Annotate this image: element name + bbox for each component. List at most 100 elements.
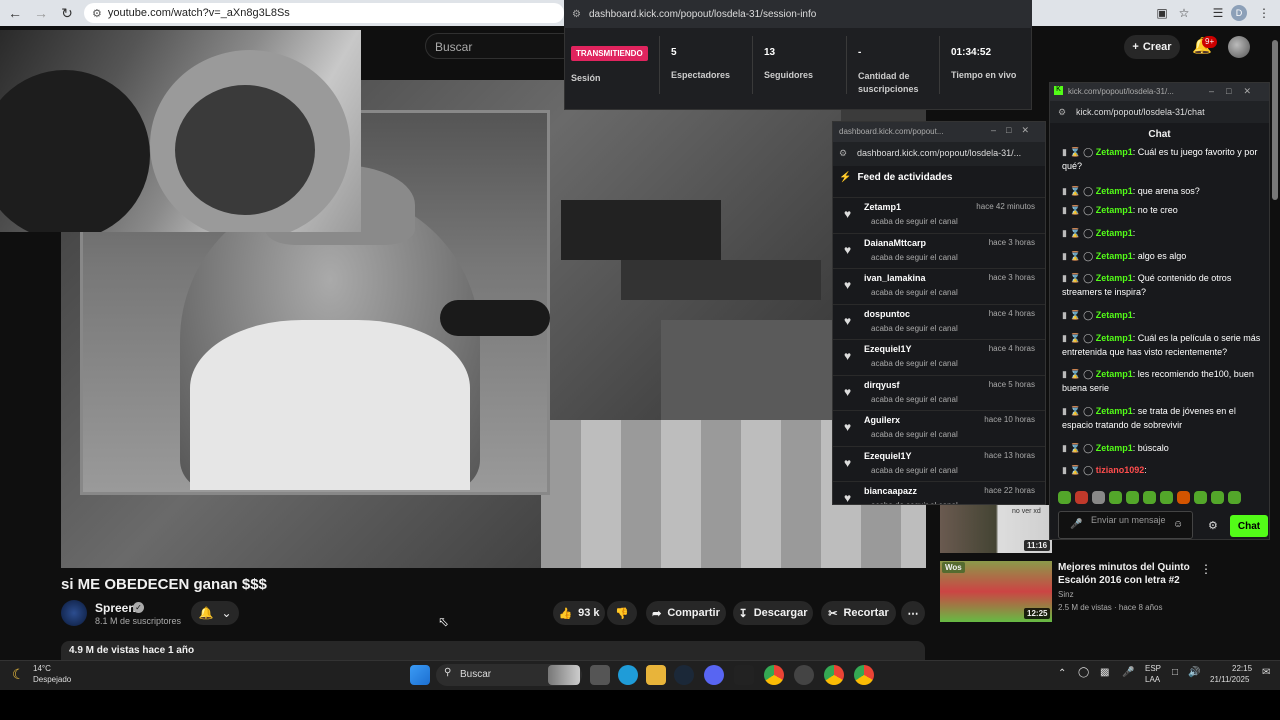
chat-message: ▮ ⌛ ◯ Zetamp1: [1062, 308, 1262, 322]
search-highlight-image[interactable] [548, 665, 580, 685]
account-avatar[interactable] [1228, 36, 1250, 58]
chat-window: kick.com/popout/losdela-31/... K –□✕ kic… [1049, 82, 1270, 540]
search-input[interactable]: Buscar [425, 33, 585, 59]
weather-desc[interactable]: Despejado [33, 675, 71, 684]
site-info-icon[interactable]: ⚙ [1058, 107, 1066, 118]
window-controls[interactable]: –□✕ [1209, 86, 1263, 97]
steam-icon[interactable] [674, 665, 694, 685]
windows-start-icon[interactable] [410, 665, 430, 685]
chat-username[interactable]: Zetamp1 [1096, 273, 1133, 283]
profile-avatar[interactable]: D [1231, 5, 1247, 21]
edge-icon[interactable] [618, 665, 638, 685]
site-info-icon[interactable]: ⚙ [839, 148, 847, 159]
clock-date[interactable]: 21/11/2025 [1210, 675, 1249, 684]
more-icon[interactable]: ⋮ [1200, 562, 1212, 576]
feed-username[interactable]: DaianaMttcarp [864, 238, 926, 248]
share-icon: ➦ [652, 607, 662, 620]
feed-username[interactable]: Zetamp1 [864, 202, 901, 212]
volume-icon[interactable]: 🔊 [1188, 667, 1200, 678]
weather-temp[interactable]: 14°C [33, 664, 51, 673]
chat-text: : algo es algo [1132, 251, 1187, 261]
lightning-icon: ⚡ [839, 172, 852, 183]
recommendation-title[interactable]: Mejores minutos del Quinto Escalón 2016 … [1058, 561, 1198, 587]
like-button[interactable]: 👍 93 k [553, 601, 605, 625]
task-view-icon[interactable] [590, 665, 610, 685]
address-bar-text: youtube.com/watch?v=_aXn8g3L8Ss [107, 7, 290, 19]
chat-username[interactable]: Zetamp1 [1096, 147, 1133, 157]
install-icon[interactable]: ▣ [1152, 3, 1172, 23]
language-top[interactable]: ESP [1145, 664, 1161, 673]
heart-icon: ♥ [844, 278, 852, 292]
page-scrollbar[interactable] [1272, 40, 1278, 200]
file-explorer-icon[interactable] [646, 665, 666, 685]
thumbs-down-icon: 👎 [615, 607, 629, 620]
download-button[interactable]: ↧ Descargar [733, 601, 813, 625]
create-button[interactable]: + Crear [1124, 35, 1180, 59]
more-actions-button[interactable]: ⋯ [901, 601, 925, 625]
chrome-icon[interactable] [764, 665, 784, 685]
live-time-value: 01:34:52 [951, 47, 992, 58]
chrome-active-icon[interactable] [854, 665, 874, 685]
tray-network-icon[interactable]: ▩ [1100, 667, 1109, 678]
extensions-icon[interactable]: ☰ [1208, 3, 1228, 23]
notification-center-icon[interactable]: ✉ [1262, 667, 1270, 678]
channel-avatar[interactable] [61, 600, 87, 626]
browser-menu-icon[interactable]: ⋮ [1254, 3, 1274, 23]
epic-games-icon[interactable] [734, 665, 754, 685]
chat-username[interactable]: Zetamp1 [1096, 186, 1133, 196]
chat-username[interactable]: Zetamp1 [1096, 443, 1133, 453]
live-time-label: Tiempo en vivo [951, 70, 1017, 80]
chat-username[interactable]: Zetamp1 [1096, 228, 1133, 238]
reload-icon[interactable]: ↻ [56, 2, 78, 24]
feed-username[interactable]: Aguilerx [864, 415, 900, 425]
share-button[interactable]: ➦ Compartir [646, 601, 726, 625]
site-info-icon[interactable]: ⚙ [92, 7, 102, 20]
chat-username[interactable]: Zetamp1 [1096, 369, 1133, 379]
discord-icon[interactable] [704, 665, 724, 685]
feed-username[interactable]: Ezequiel1Y [864, 344, 912, 354]
address-bar[interactable]: ⚙ youtube.com/watch?v=_aXn8g3L8Ss [84, 3, 564, 23]
feed-heading: ⚡ Feed de actividades [839, 172, 953, 183]
chat-message: ▮ ⌛ ◯ Zetamp1: [1062, 226, 1262, 240]
moon-weather-icon: ☾ [12, 666, 25, 682]
microphone-icon[interactable]: 🎤 [1122, 667, 1134, 678]
subscription-bell-button[interactable]: 🔔 ⌄ [191, 601, 239, 625]
video-description-views[interactable]: 4.9 M de vistas hace 1 año [61, 641, 925, 661]
dislike-button[interactable]: 👎 [607, 601, 637, 625]
emote-bar[interactable] [1058, 491, 1263, 505]
feed-username[interactable]: ivan_lamakina [864, 273, 926, 283]
feed-username[interactable]: Ezequiel1Y [864, 451, 912, 461]
back-icon[interactable]: ← [4, 2, 26, 24]
feed-username[interactable]: biancaapazz [864, 486, 917, 496]
chat-send-button[interactable]: Chat [1230, 515, 1268, 537]
forward-icon[interactable]: → [30, 2, 52, 24]
recommendation-channel[interactable]: Sinz [1058, 590, 1074, 599]
site-info-icon[interactable]: ⚙ [572, 9, 581, 20]
chat-username[interactable]: Zetamp1 [1096, 406, 1133, 416]
gear-icon[interactable]: ⚙ [1208, 519, 1218, 532]
chat-username[interactable]: Zetamp1 [1096, 251, 1133, 261]
chat-message: ▮ ⌛ ◯ Zetamp1: búscalo [1062, 441, 1262, 455]
emoji-icon[interactable]: ☺ [1173, 519, 1183, 530]
tray-app-icon[interactable]: ◯ [1078, 667, 1089, 678]
chat-username[interactable]: Zetamp1 [1096, 333, 1133, 343]
obs-icon[interactable] [794, 665, 814, 685]
chat-username[interactable]: Zetamp1 [1096, 310, 1133, 320]
microphone-icon[interactable]: 🎤 [1070, 519, 1082, 530]
clock-time[interactable]: 22:15 [1232, 664, 1252, 673]
channel-name[interactable]: Spreen [95, 601, 136, 615]
feed-username[interactable]: dospuntoc [864, 309, 910, 319]
clip-button[interactable]: ✂ Recortar [821, 601, 896, 625]
chrome-profile-icon[interactable] [824, 665, 844, 685]
chat-message: ▮ ⌛ ◯ Zetamp1: se trata de jóvenes en el… [1062, 404, 1262, 432]
window-controls[interactable]: –□✕ [991, 125, 1039, 136]
display-icon[interactable]: □ [1172, 667, 1178, 678]
chat-username[interactable]: Zetamp1 [1096, 205, 1133, 215]
chevron-up-icon[interactable]: ⌃ [1058, 668, 1066, 679]
chat-text: : [1132, 228, 1136, 238]
chat-username[interactable]: tiziano1092 [1096, 465, 1145, 475]
chat-text: : [1144, 465, 1147, 475]
language-bottom[interactable]: LAA [1145, 675, 1160, 684]
bookmark-star-icon[interactable]: ☆ [1174, 3, 1194, 23]
feed-username[interactable]: dirqyusf [864, 380, 900, 390]
